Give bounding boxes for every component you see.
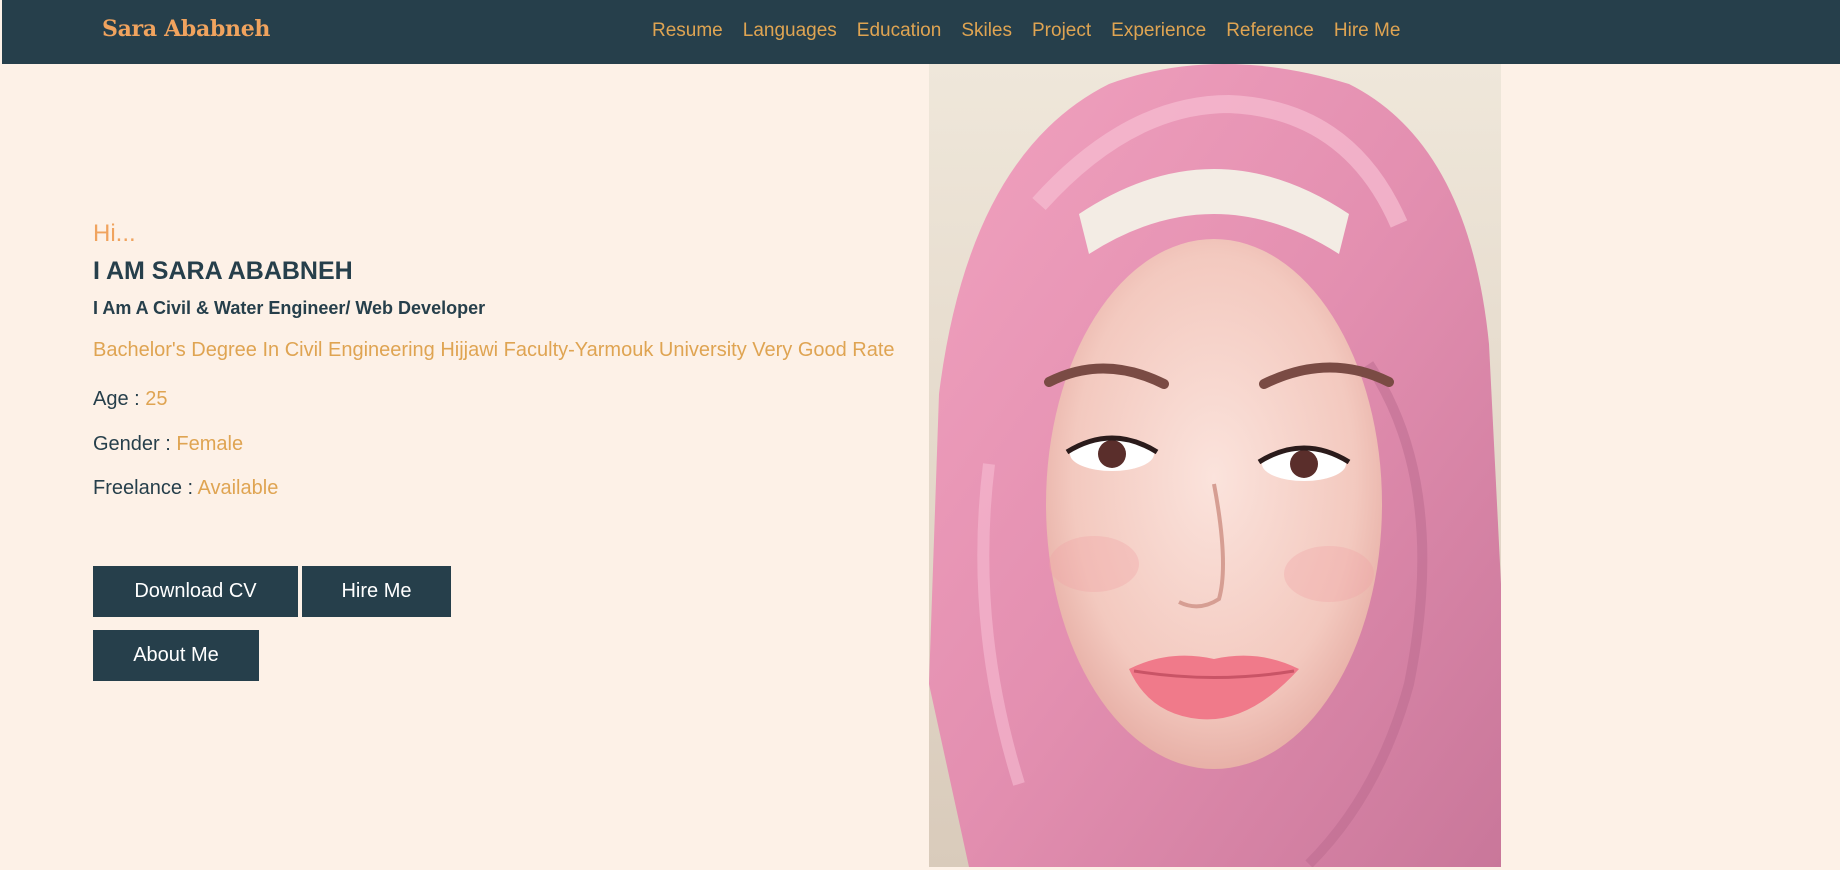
greeting: Hi... — [93, 220, 136, 247]
age-label: Age : — [93, 388, 146, 410]
gender-label: Gender : — [93, 433, 177, 455]
age-value: 25 — [145, 388, 168, 410]
brand-logo[interactable]: Sara Ababneh — [102, 16, 270, 42]
hero-degree: Bachelor's Degree In Civil Engineering H… — [93, 339, 895, 361]
freelance-value: Available — [197, 477, 279, 499]
download-cv-button[interactable]: Download CV — [93, 566, 298, 617]
freelance-label: Freelance : — [93, 477, 198, 499]
info-gender: Gender : Female — [93, 431, 903, 457]
nav-link-hire-me[interactable]: Hire Me — [1334, 20, 1401, 42]
hero-name: I AM SARA ABABNEH — [93, 257, 353, 285]
info-age: Age : 25 — [93, 386, 903, 412]
profile-photo-illustration — [929, 64, 1501, 867]
about-me-button[interactable]: About Me — [93, 630, 259, 681]
nav-link-project[interactable]: Project — [1032, 20, 1091, 42]
nav-link-education[interactable]: Education — [857, 20, 942, 42]
info-freelance: Freelance : Available — [93, 475, 903, 501]
nav-link-experience[interactable]: Experience — [1111, 20, 1206, 42]
profile-photo — [929, 64, 1501, 867]
hire-me-button[interactable]: Hire Me — [302, 566, 451, 617]
nav-links: Resume Languages Education Skiles Projec… — [652, 20, 1400, 42]
gender-value: Female — [176, 433, 244, 455]
hero-section: Hi... I AM SARA ABABNEH I Am A Civil & W… — [93, 218, 903, 501]
nav-link-languages[interactable]: Languages — [743, 20, 837, 42]
nav-link-skills[interactable]: Skiles — [961, 20, 1012, 42]
nav-link-reference[interactable]: Reference — [1226, 20, 1314, 42]
navbar: Sara Ababneh Resume Languages Education … — [2, 0, 1840, 64]
hero-tagline: I Am A Civil & Water Engineer/ Web Devel… — [93, 298, 486, 318]
nav-link-resume[interactable]: Resume — [652, 20, 723, 42]
